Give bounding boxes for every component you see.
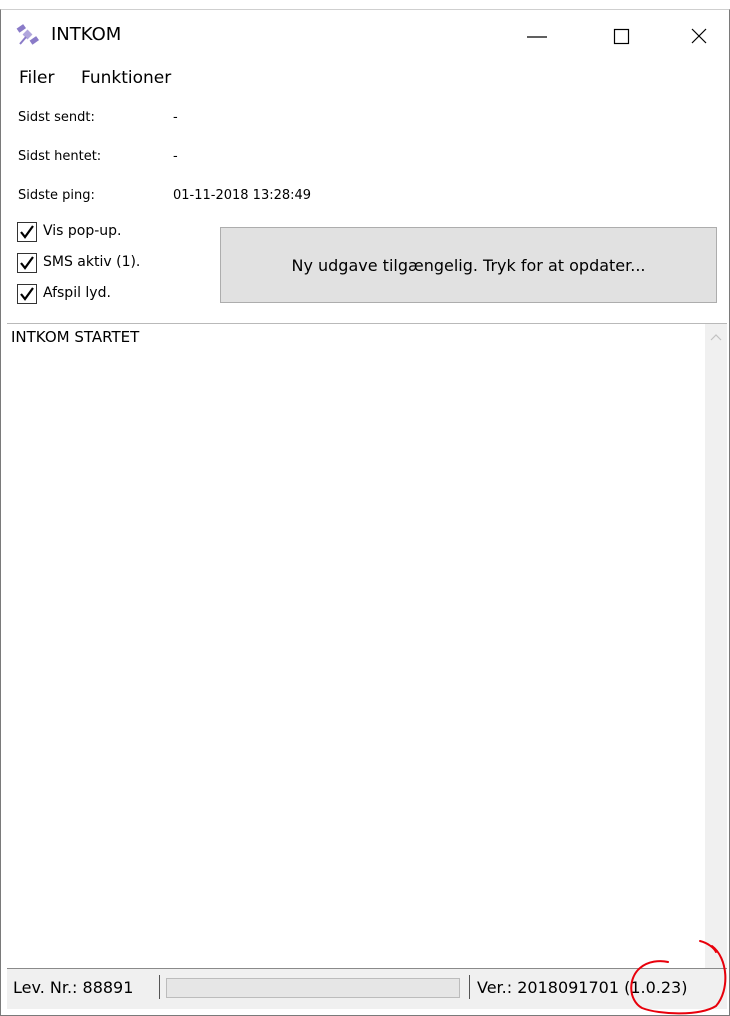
minimize-icon: [527, 36, 547, 38]
menu-item-funktioner[interactable]: Funktioner: [81, 68, 171, 88]
sidst-hentet-label: Sidst hentet:: [18, 149, 102, 164]
checkbox-box[interactable]: [17, 284, 37, 304]
intkom-window: INTKOM Filer Funktioner Sidst sendt: - S…: [0, 9, 730, 1016]
sidst-sendt-value: -: [173, 110, 178, 125]
sms-aktiv-checkbox[interactable]: SMS aktiv (1).: [17, 253, 207, 275]
menu-item-filer[interactable]: Filer: [19, 68, 54, 88]
sidste-ping-label: Sidste ping:: [18, 188, 95, 203]
vis-popup-checkbox[interactable]: Vis pop-up.: [17, 222, 207, 244]
sidst-sendt-label: Sidst sendt:: [18, 110, 95, 125]
checkbox-box[interactable]: [17, 253, 37, 273]
checkbox-label: SMS aktiv (1).: [43, 254, 141, 270]
status-bar: Lev. Nr.: 88891 Ver.: 2018091701 (1.0.23…: [7, 968, 727, 1009]
screenshot: INTKOM Filer Funktioner Sidst sendt: - S…: [0, 0, 730, 1016]
status-separator: [469, 975, 470, 999]
scroll-up-icon[interactable]: [709, 332, 723, 342]
minimize-button[interactable]: [495, 10, 573, 60]
afspil-lyd-checkbox[interactable]: Afspil lyd.: [17, 284, 207, 306]
sidste-ping-value: 01-11-2018 13:28:49: [173, 188, 312, 203]
vertical-scrollbar[interactable]: [705, 324, 727, 969]
log-text: INTKOM STARTET: [11, 328, 140, 346]
checkmark-icon: [20, 287, 34, 301]
sidst-hentet-value: -: [173, 149, 178, 164]
maximize-icon: [613, 28, 630, 45]
close-icon: [691, 28, 707, 44]
close-button[interactable]: [651, 10, 729, 60]
checkbox-label: Vis pop-up.: [43, 223, 122, 239]
checkbox-box[interactable]: [17, 222, 37, 242]
status-separator: [159, 975, 160, 999]
satellite-icon: [16, 23, 40, 47]
log-textbox[interactable]: INTKOM STARTET: [7, 323, 727, 969]
progress-bar: [166, 978, 460, 998]
title-bar[interactable]: INTKOM: [1, 10, 729, 60]
checkbox-label: Afspil lyd.: [43, 285, 111, 301]
window-title: INTKOM: [51, 24, 122, 45]
checkmark-icon: [20, 256, 34, 270]
lev-nr-status: Lev. Nr.: 88891: [13, 978, 134, 997]
background-window-fragment: [0, 0, 730, 9]
menu-bar: Filer Funktioner: [1, 65, 729, 93]
checkmark-icon: [20, 225, 34, 239]
update-available-button[interactable]: Ny udgave tilgængelig. Tryk for at opdat…: [220, 227, 717, 303]
maximize-button[interactable]: [581, 10, 659, 60]
version-status: Ver.: 2018091701 (1.0.23): [477, 978, 688, 997]
